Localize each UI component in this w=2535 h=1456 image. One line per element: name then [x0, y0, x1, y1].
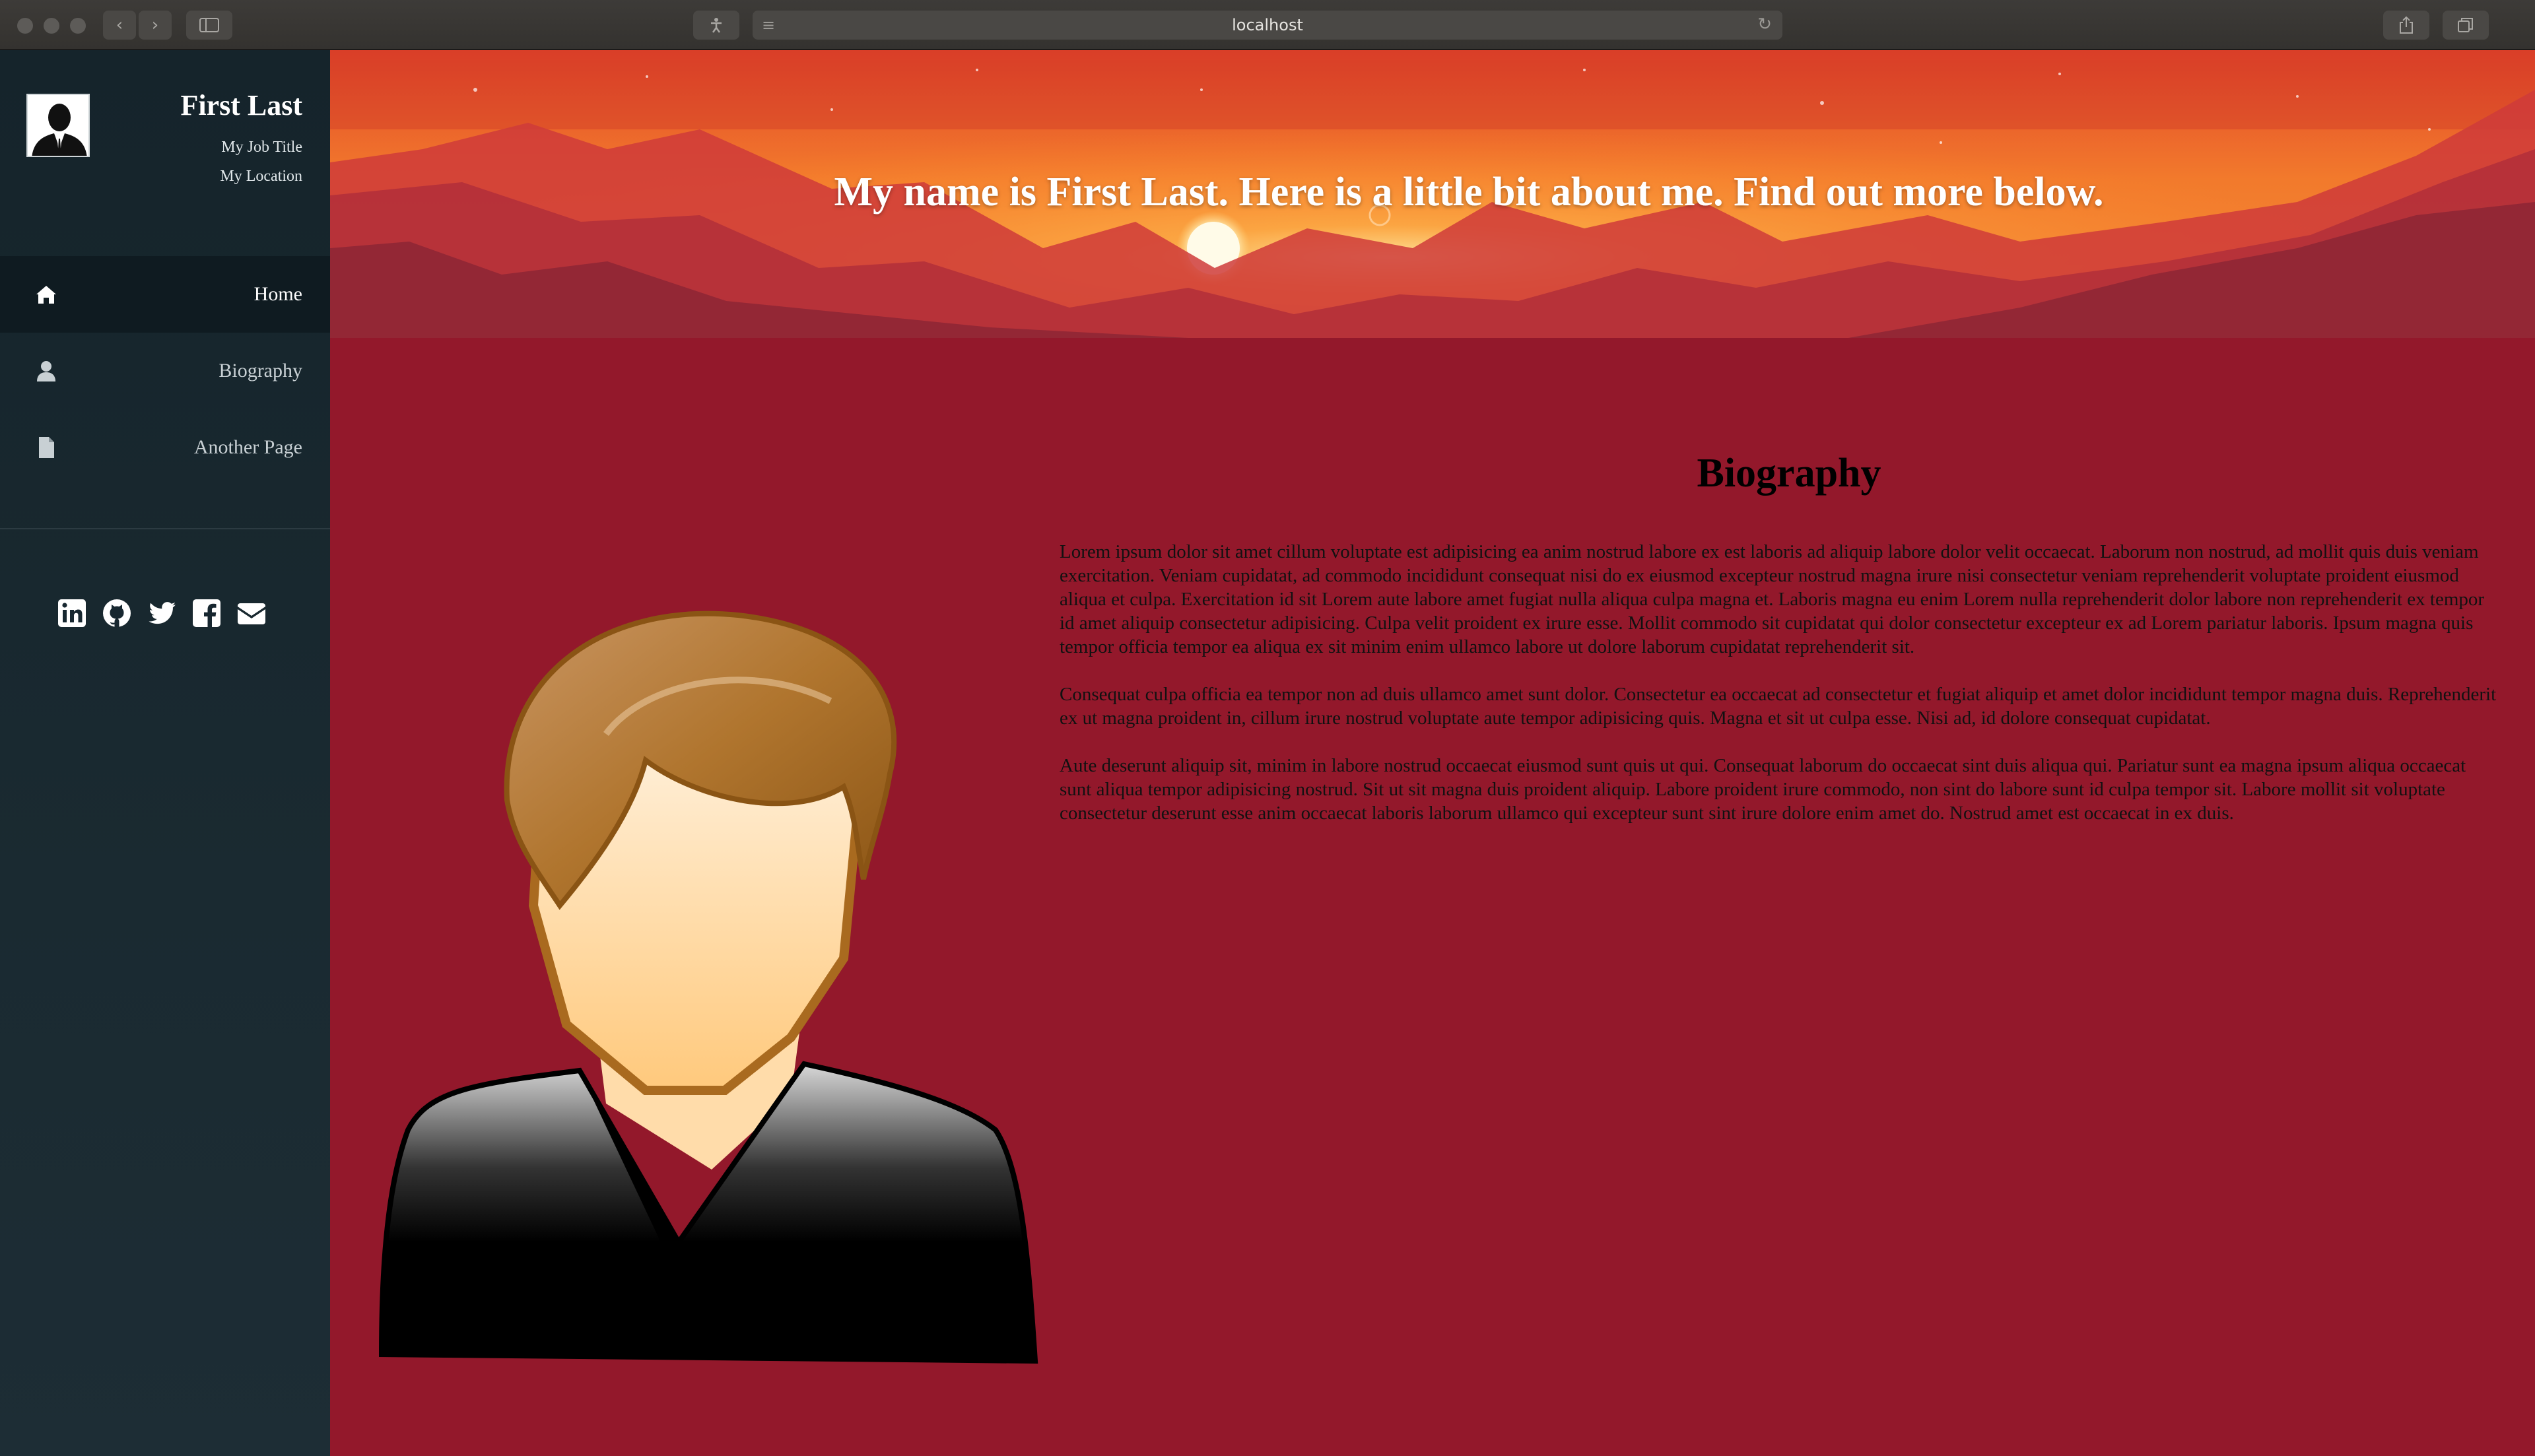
hero-banner: My name is First Last. Here is a little … — [330, 50, 2535, 338]
back-button[interactable]: ‹ — [103, 11, 136, 40]
close-window-button[interactable] — [17, 18, 33, 34]
profile-job-title: My Job Title — [221, 139, 302, 156]
url-text: localhost — [1232, 16, 1303, 34]
user-icon — [37, 361, 55, 381]
hero-title: My name is First Last. Here is a little … — [834, 170, 2104, 215]
profile-card: First Last My Job Title My Location — [0, 50, 330, 256]
avatar — [26, 94, 90, 157]
nav-label-home: Home — [254, 283, 302, 305]
nav-label-another-page: Another Page — [193, 436, 302, 458]
envelope-icon[interactable] — [236, 598, 267, 628]
forward-button[interactable]: › — [139, 11, 172, 40]
github-icon[interactable] — [102, 598, 132, 628]
web-page: First Last My Job Title My Location Home… — [0, 50, 2535, 1456]
share-icon — [2400, 16, 2413, 34]
home-icon — [36, 286, 56, 304]
nav-item-another-page[interactable]: Another Page — [0, 409, 330, 486]
biography-text: Lorem ipsum dolor sit amet cillum volupt… — [1060, 540, 2499, 849]
nav-item-biography[interactable]: Biography — [0, 333, 330, 409]
sidebar: First Last My Job Title My Location Home… — [0, 50, 330, 1456]
zoom-window-button[interactable] — [70, 18, 86, 34]
sidebar-toggle-button[interactable] — [186, 11, 232, 40]
facebook-icon[interactable] — [191, 598, 222, 628]
chevron-left-icon: ‹ — [116, 15, 123, 35]
menu-lines-icon[interactable]: ≡ — [762, 16, 775, 34]
main-content: Biography Lorem ipsum dolor sit amet cil… — [330, 338, 2535, 1456]
bio-paragraph: Consequat culpa officia ea tempor non ad… — [1060, 684, 2497, 729]
reader-button[interactable] — [693, 11, 739, 40]
social-links — [57, 598, 267, 628]
linkedin-icon[interactable] — [57, 598, 87, 628]
browser-toolbar: ‹ › ≡ localhost ↻ — [0, 0, 2535, 50]
nav-label-biography: Biography — [219, 360, 302, 381]
chevron-right-icon: › — [151, 15, 159, 35]
bio-paragraph: Aute deserunt aliquip sit, minim in labo… — [1060, 755, 2466, 824]
reload-icon[interactable]: ↻ — [1757, 15, 1772, 34]
sidebar-divider — [0, 528, 330, 529]
file-icon — [39, 437, 54, 458]
tabs-icon — [2458, 18, 2473, 32]
tabs-overview-button[interactable] — [2443, 11, 2489, 40]
person-silhouette-icon — [28, 95, 88, 156]
sidebar-icon — [199, 18, 219, 32]
share-button[interactable] — [2383, 11, 2429, 40]
profile-location: My Location — [220, 168, 302, 185]
address-bar[interactable]: ≡ localhost ↻ — [753, 11, 1782, 40]
accessibility-icon — [711, 18, 722, 33]
minimize-window-button[interactable] — [44, 18, 59, 34]
nav-item-home[interactable]: Home — [0, 256, 330, 333]
biography-heading: Biography — [1697, 451, 1881, 496]
twitter-icon[interactable] — [147, 598, 177, 628]
profile-name: First Last — [180, 89, 302, 121]
bio-paragraph: Lorem ipsum dolor sit amet cillum volupt… — [1060, 541, 2485, 657]
sidebar-nav: Home Biography Another Page — [0, 256, 330, 486]
person-illustration — [378, 611, 1038, 1364]
